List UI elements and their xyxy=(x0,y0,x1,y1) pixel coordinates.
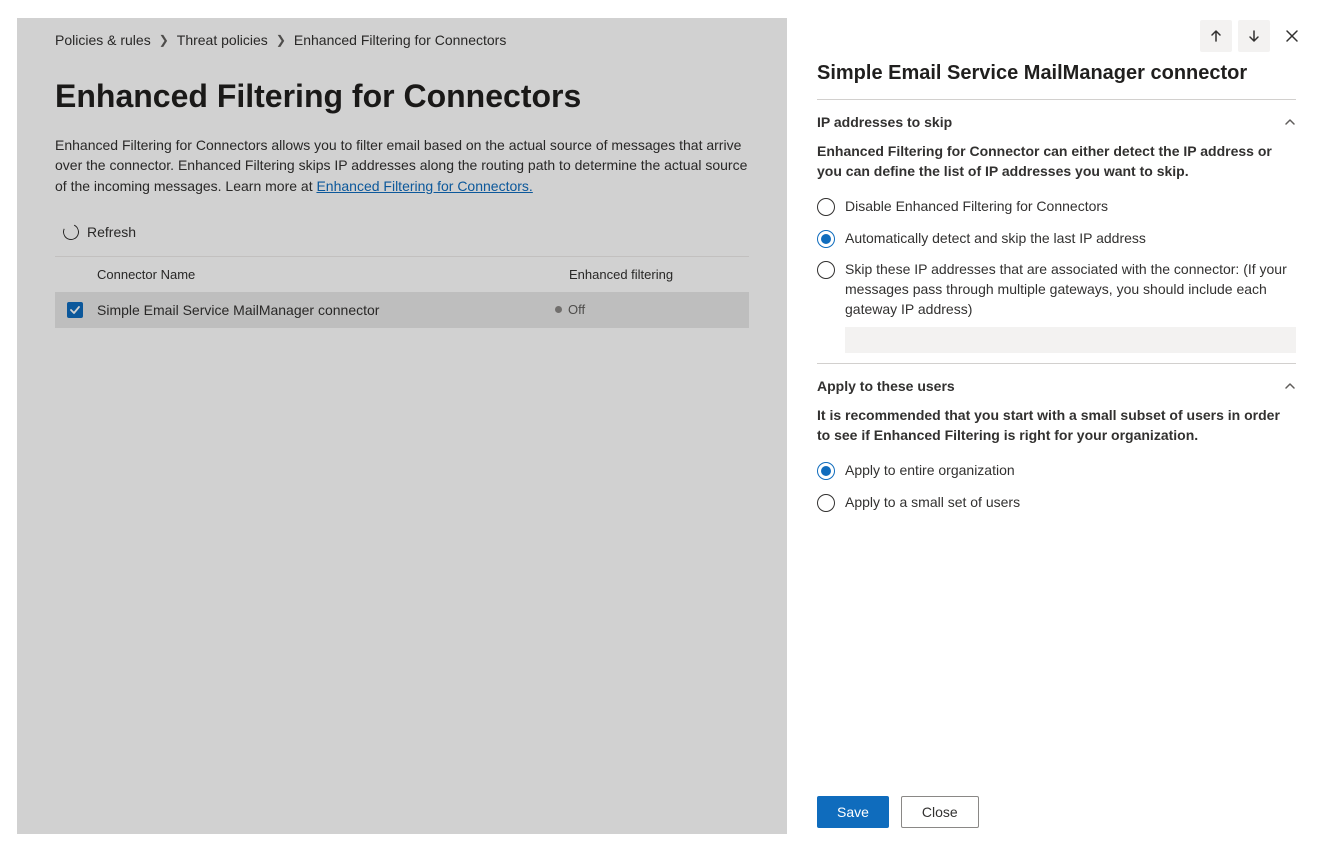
radio-icon xyxy=(817,230,835,248)
section-users-description: It is recommended that you start with a … xyxy=(817,406,1296,445)
table-header: Connector Name Enhanced filtering xyxy=(55,256,749,292)
radio-skip-ips[interactable]: Skip these IP addresses that are associa… xyxy=(817,254,1296,325)
next-button[interactable] xyxy=(1238,20,1270,52)
radio-icon xyxy=(817,261,835,279)
flyout-panel: Simple Email Service MailManager connect… xyxy=(787,0,1326,852)
section-users-toggle[interactable]: Apply to these users xyxy=(817,378,1296,394)
radio-small-set[interactable]: Apply to a small set of users xyxy=(817,487,1296,519)
flyout-title: Simple Email Service MailManager connect… xyxy=(817,62,1296,85)
status-dot-icon xyxy=(555,306,562,313)
refresh-label: Refresh xyxy=(87,224,136,240)
section-users-label: Apply to these users xyxy=(817,378,955,394)
breadcrumb: Policies & rules ❯ Threat policies ❯ Enh… xyxy=(55,32,749,48)
ip-addresses-input xyxy=(845,327,1296,353)
main-content: Policies & rules ❯ Threat policies ❯ Enh… xyxy=(17,18,787,834)
chevron-up-icon xyxy=(1284,380,1296,392)
learn-more-link[interactable]: Enhanced Filtering for Connectors. xyxy=(316,178,532,194)
row-status-text: Off xyxy=(568,302,585,317)
refresh-button[interactable]: Refresh xyxy=(55,220,144,244)
page-description: Enhanced Filtering for Connectors allows… xyxy=(55,135,749,196)
close-icon xyxy=(1285,29,1299,43)
radio-label: Skip these IP addresses that are associa… xyxy=(845,260,1296,319)
save-button[interactable]: Save xyxy=(817,796,889,828)
radio-auto-detect[interactable]: Automatically detect and skip the last I… xyxy=(817,223,1296,255)
section-ip-label: IP addresses to skip xyxy=(817,114,952,130)
arrow-up-icon xyxy=(1209,29,1223,43)
radio-icon xyxy=(817,198,835,216)
breadcrumb-item-threat[interactable]: Threat policies xyxy=(177,32,268,48)
flyout-body: Simple Email Service MailManager connect… xyxy=(787,52,1326,784)
section-apply-users: Apply to these users It is recommended t… xyxy=(817,363,1296,518)
row-status: Off xyxy=(555,302,585,317)
row-checkbox[interactable] xyxy=(67,302,83,318)
page-title: Enhanced Filtering for Connectors xyxy=(55,78,749,115)
radio-label: Automatically detect and skip the last I… xyxy=(845,229,1146,249)
close-button[interactable]: Close xyxy=(901,796,979,828)
radio-label: Apply to entire organization xyxy=(845,461,1015,481)
arrow-down-icon xyxy=(1247,29,1261,43)
toolbar: Refresh xyxy=(55,214,749,256)
radio-icon xyxy=(817,494,835,512)
radio-label: Apply to a small set of users xyxy=(845,493,1020,513)
row-connector-name: Simple Email Service MailManager connect… xyxy=(97,302,555,318)
column-connector-name[interactable]: Connector Name xyxy=(97,267,569,282)
section-ip-description: Enhanced Filtering for Connector can eit… xyxy=(817,142,1296,181)
section-ip-toggle[interactable]: IP addresses to skip xyxy=(817,114,1296,130)
radio-icon xyxy=(817,462,835,480)
checkmark-icon xyxy=(69,304,81,316)
close-panel-button[interactable] xyxy=(1276,20,1308,52)
section-ip-addresses: IP addresses to skip Enhanced Filtering … xyxy=(817,99,1296,353)
breadcrumb-item-current: Enhanced Filtering for Connectors xyxy=(294,32,506,48)
chevron-up-icon xyxy=(1284,116,1296,128)
table-row[interactable]: Simple Email Service MailManager connect… xyxy=(55,292,749,328)
radio-entire-org[interactable]: Apply to entire organization xyxy=(817,455,1296,487)
flyout-footer: Save Close xyxy=(787,784,1326,852)
refresh-icon xyxy=(61,222,82,243)
radio-label: Disable Enhanced Filtering for Connector… xyxy=(845,197,1108,217)
column-enhanced-filtering[interactable]: Enhanced filtering xyxy=(569,267,749,282)
flyout-header-buttons xyxy=(787,0,1326,52)
ip-input-wrapper xyxy=(845,327,1296,353)
previous-button[interactable] xyxy=(1200,20,1232,52)
chevron-right-icon: ❯ xyxy=(276,33,286,47)
chevron-right-icon: ❯ xyxy=(159,33,169,47)
breadcrumb-item-policies[interactable]: Policies & rules xyxy=(55,32,151,48)
radio-disable-filtering[interactable]: Disable Enhanced Filtering for Connector… xyxy=(817,191,1296,223)
